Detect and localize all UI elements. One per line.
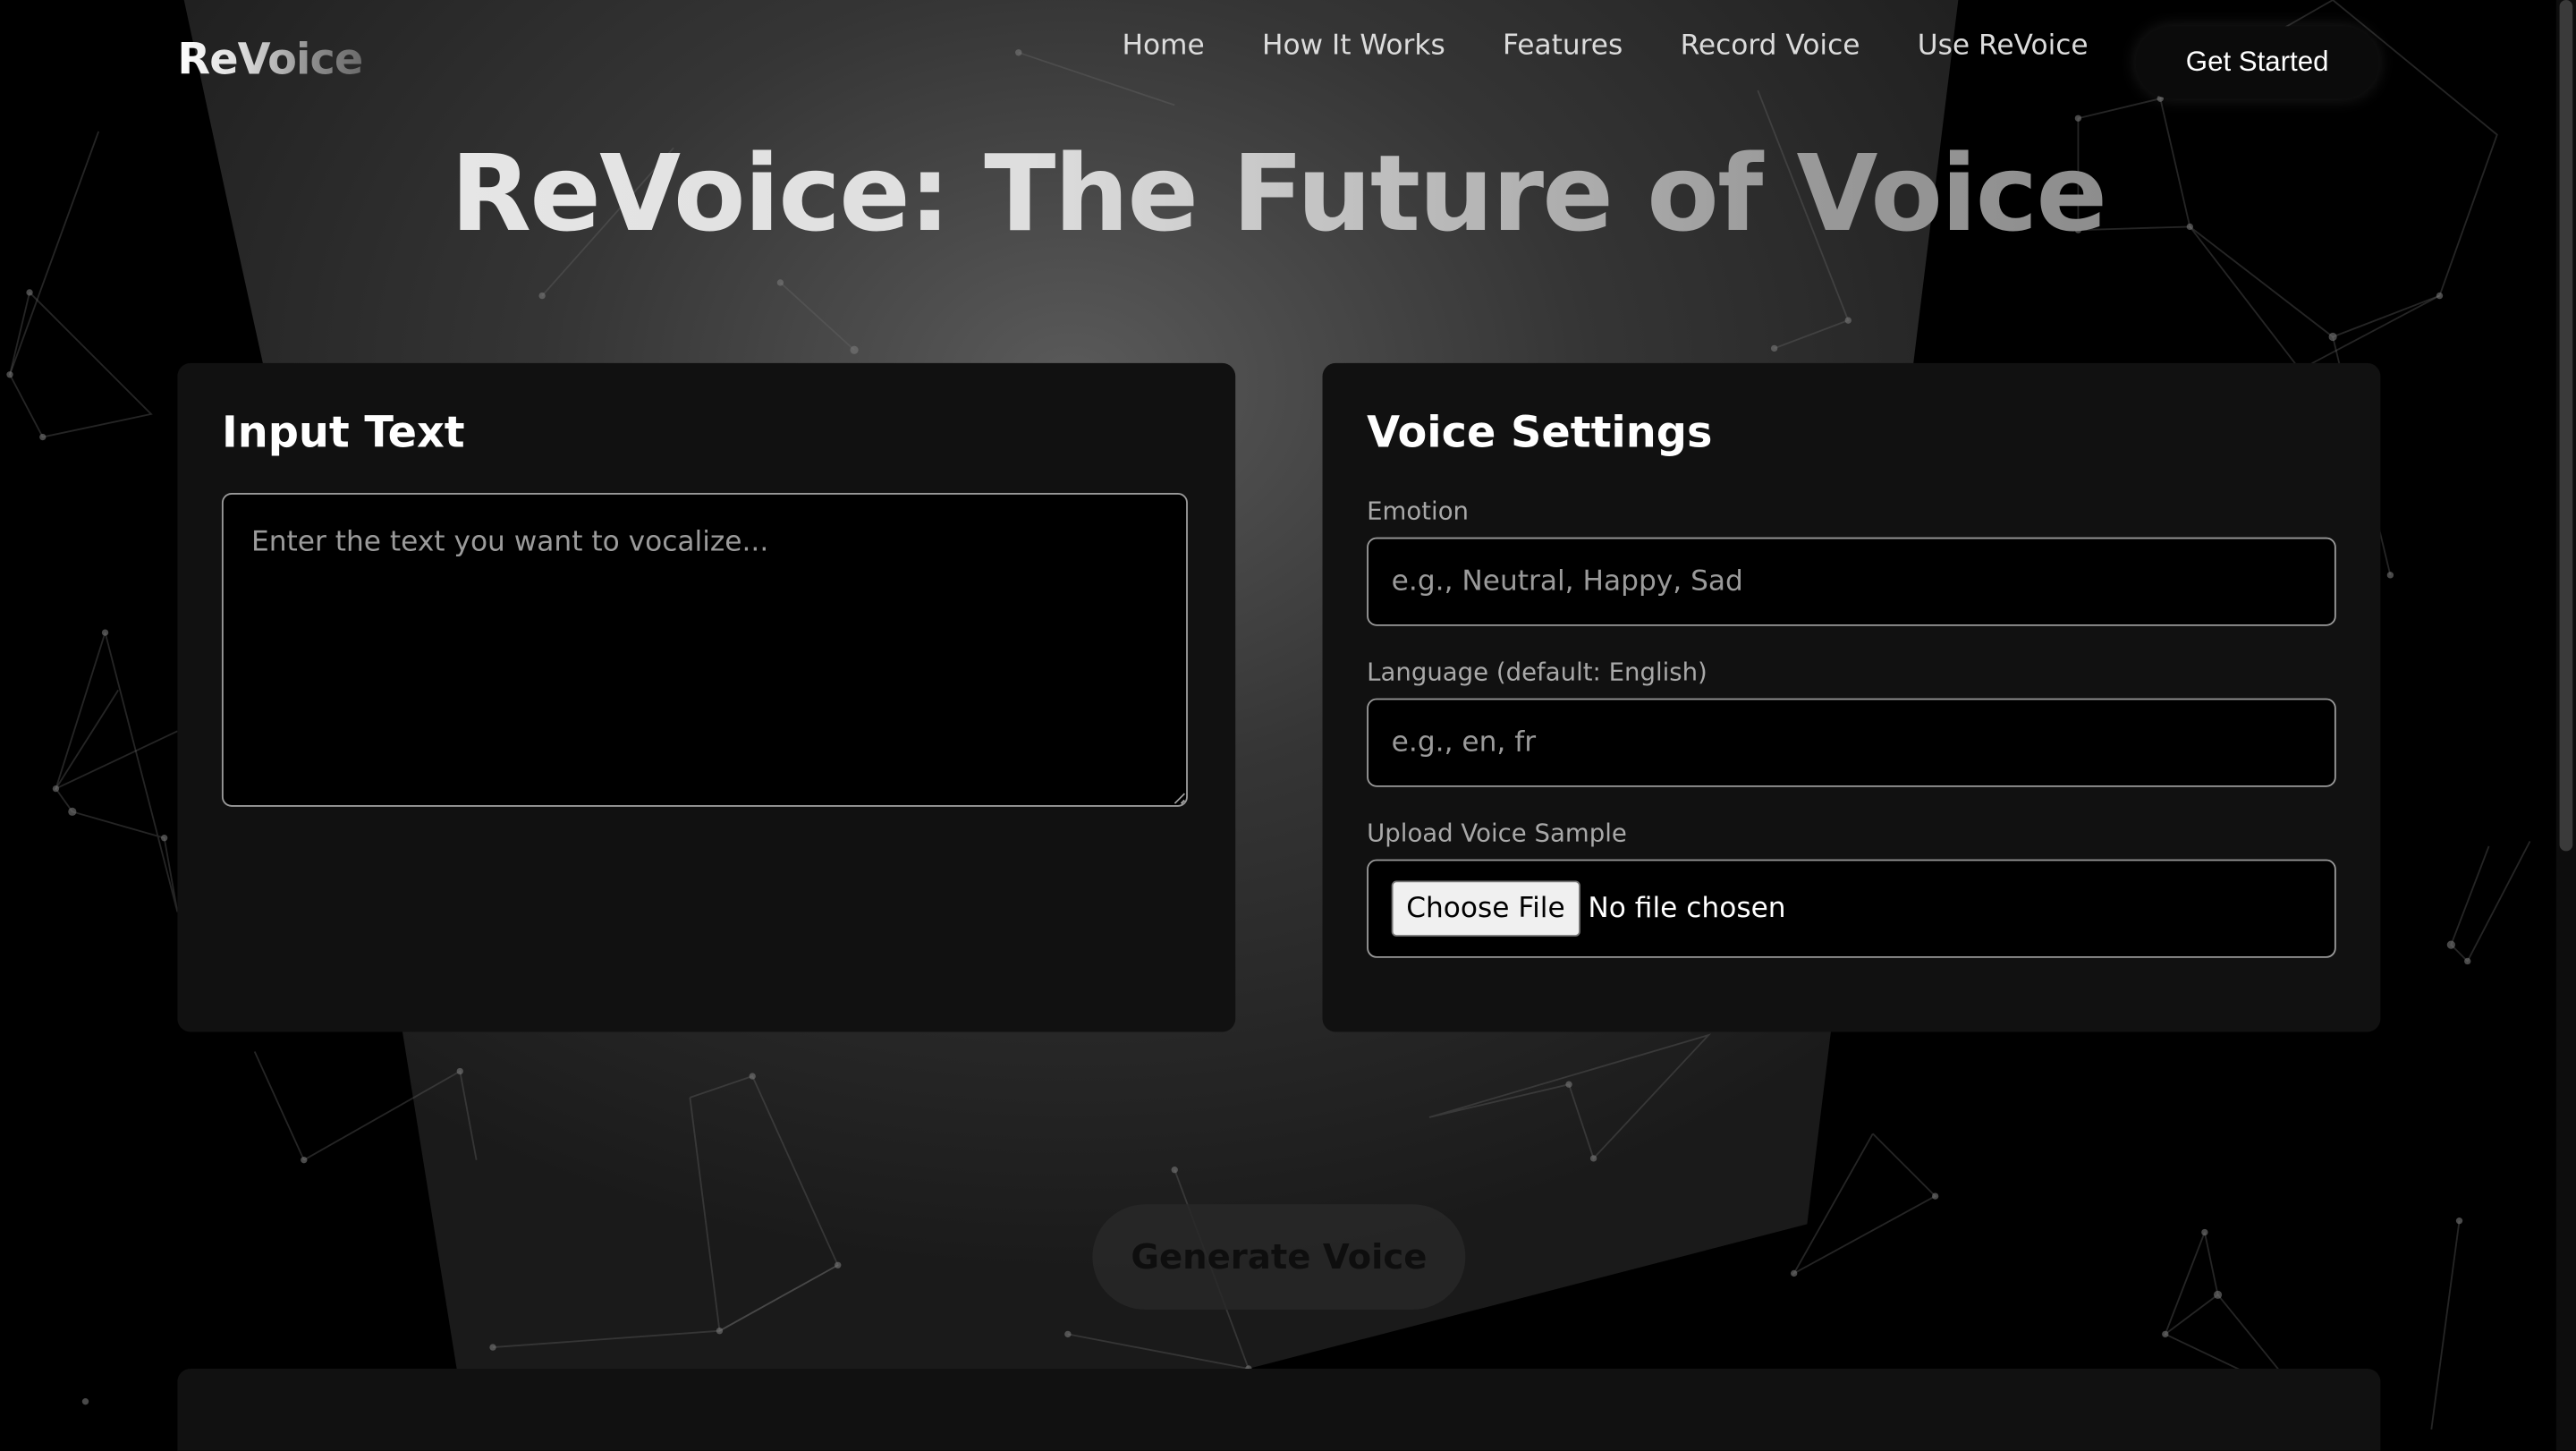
hero-title: ReVoice: The Future of Voice: [0, 135, 2556, 257]
page-scrollbar[interactable]: [2555, 0, 2576, 1451]
input-text-panel: Input Text: [177, 362, 1236, 1032]
scrollbar-thumb[interactable]: [2559, 0, 2573, 852]
file-status-text: No file chosen: [1588, 892, 1786, 926]
language-input[interactable]: [1367, 698, 2336, 787]
voice-sample-file-input[interactable]: Choose File No file chosen: [1367, 859, 2336, 958]
nav-link-use-revoice[interactable]: Use ReVoice: [1918, 30, 2089, 63]
text-to-vocalize-textarea[interactable]: [221, 493, 1188, 807]
output-panel: [177, 1368, 2381, 1451]
language-label: Language (default: English): [1367, 657, 1707, 687]
nav-link-features[interactable]: Features: [1503, 30, 1623, 63]
input-text-heading: Input Text: [221, 409, 465, 459]
nav-link-how-it-works[interactable]: How It Works: [1262, 30, 1445, 63]
emotion-input[interactable]: [1367, 537, 2336, 626]
nav-link-home[interactable]: Home: [1122, 30, 1204, 63]
brand-logo[interactable]: ReVoice: [177, 36, 363, 85]
get-started-button[interactable]: Get Started: [2135, 26, 2379, 99]
upload-voice-sample-label: Upload Voice Sample: [1367, 818, 1627, 848]
page: ReVoice Home How It Works Features Recor…: [0, 0, 2576, 1451]
emotion-label: Emotion: [1367, 496, 1470, 526]
main-nav: Home How It Works Features Record Voice …: [1122, 30, 2145, 63]
generate-voice-button[interactable]: Generate Voice: [1092, 1204, 1466, 1310]
voice-settings-panel: Voice Settings Emotion Language (default…: [1322, 362, 2381, 1032]
voice-settings-heading: Voice Settings: [1367, 409, 1713, 459]
nav-link-record-voice[interactable]: Record Voice: [1681, 30, 1860, 63]
choose-file-button[interactable]: Choose File: [1391, 880, 1580, 937]
